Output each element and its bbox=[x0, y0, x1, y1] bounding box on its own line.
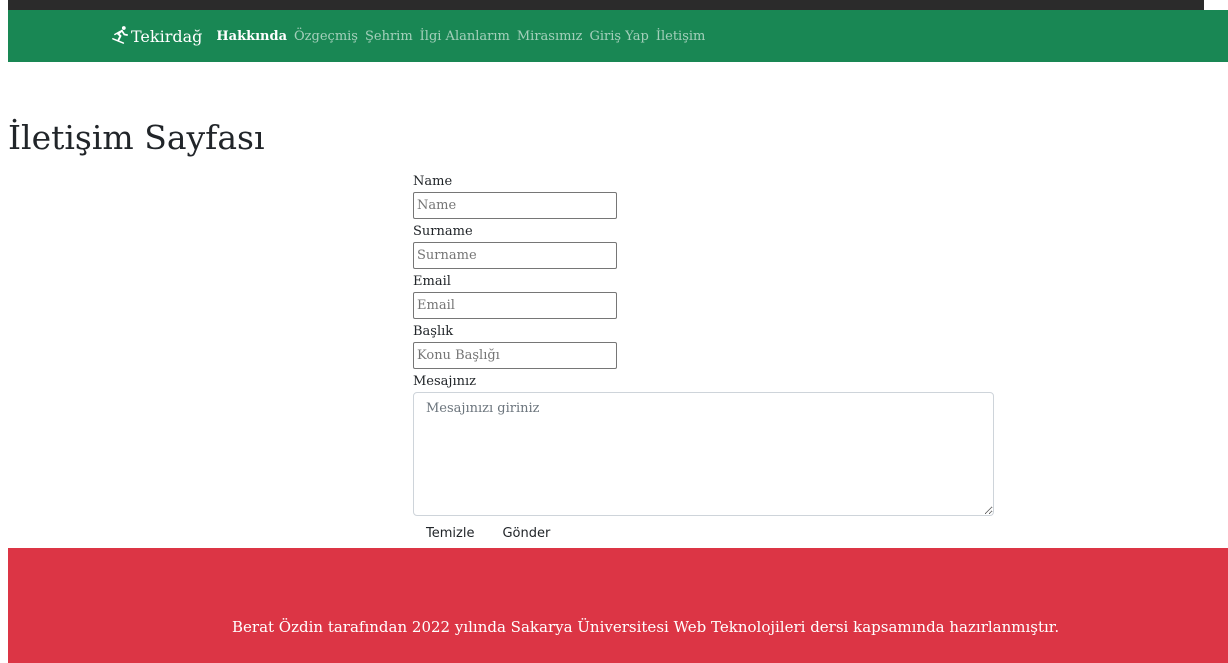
email-label: Email bbox=[413, 274, 451, 289]
browser-top-strip bbox=[8, 0, 1204, 10]
surname-input[interactable] bbox=[413, 242, 617, 269]
name-input[interactable] bbox=[413, 192, 617, 219]
nav-links: Hakkında Özgeçmiş Şehrim İlgi Alanlarım … bbox=[216, 29, 712, 44]
footer: Berat Özdin tarafından 2022 yılında Saka… bbox=[8, 548, 1228, 663]
page: Tekirdağ Hakkında Özgeçmiş Şehrim İlgi A… bbox=[0, 0, 1228, 663]
email-input[interactable] bbox=[413, 292, 617, 319]
submit-button[interactable]: Gönder bbox=[502, 526, 550, 541]
footer-text: Berat Özdin tarafından 2022 yılında Saka… bbox=[232, 618, 1060, 636]
nav-link-ilgi-alanlarim[interactable]: İlgi Alanlarım bbox=[420, 29, 510, 44]
name-label: Name bbox=[413, 174, 453, 189]
contact-form: Name Surname Email Başlık Mesajınız Temi… bbox=[413, 173, 1003, 544]
nav-link-ozgecmis[interactable]: Özgeçmiş bbox=[294, 29, 358, 44]
subject-input[interactable] bbox=[413, 342, 617, 369]
brand-link[interactable]: Tekirdağ bbox=[111, 25, 202, 48]
nav-link-hakkinda[interactable]: Hakkında bbox=[216, 29, 287, 44]
page-title: İletişim Sayfası bbox=[8, 118, 265, 157]
message-textarea[interactable] bbox=[413, 392, 994, 516]
nav-link-iletisim[interactable]: İletişim bbox=[656, 29, 706, 44]
reset-button[interactable]: Temizle bbox=[426, 526, 474, 541]
surname-label: Surname bbox=[413, 224, 473, 239]
form-buttons: Temizle Gönder bbox=[413, 522, 1003, 544]
nav-link-sehrim[interactable]: Şehrim bbox=[365, 29, 413, 44]
brand-label: Tekirdağ bbox=[131, 26, 203, 46]
message-label: Mesajınız bbox=[413, 374, 476, 389]
subject-label: Başlık bbox=[413, 324, 454, 339]
navbar: Tekirdağ Hakkında Özgeçmiş Şehrim İlgi A… bbox=[8, 10, 1228, 62]
person-skiing-icon bbox=[111, 25, 131, 48]
nav-link-giris-yap[interactable]: Giriş Yap bbox=[589, 29, 648, 44]
nav-link-mirasimiz[interactable]: Mirasımız bbox=[517, 29, 583, 44]
